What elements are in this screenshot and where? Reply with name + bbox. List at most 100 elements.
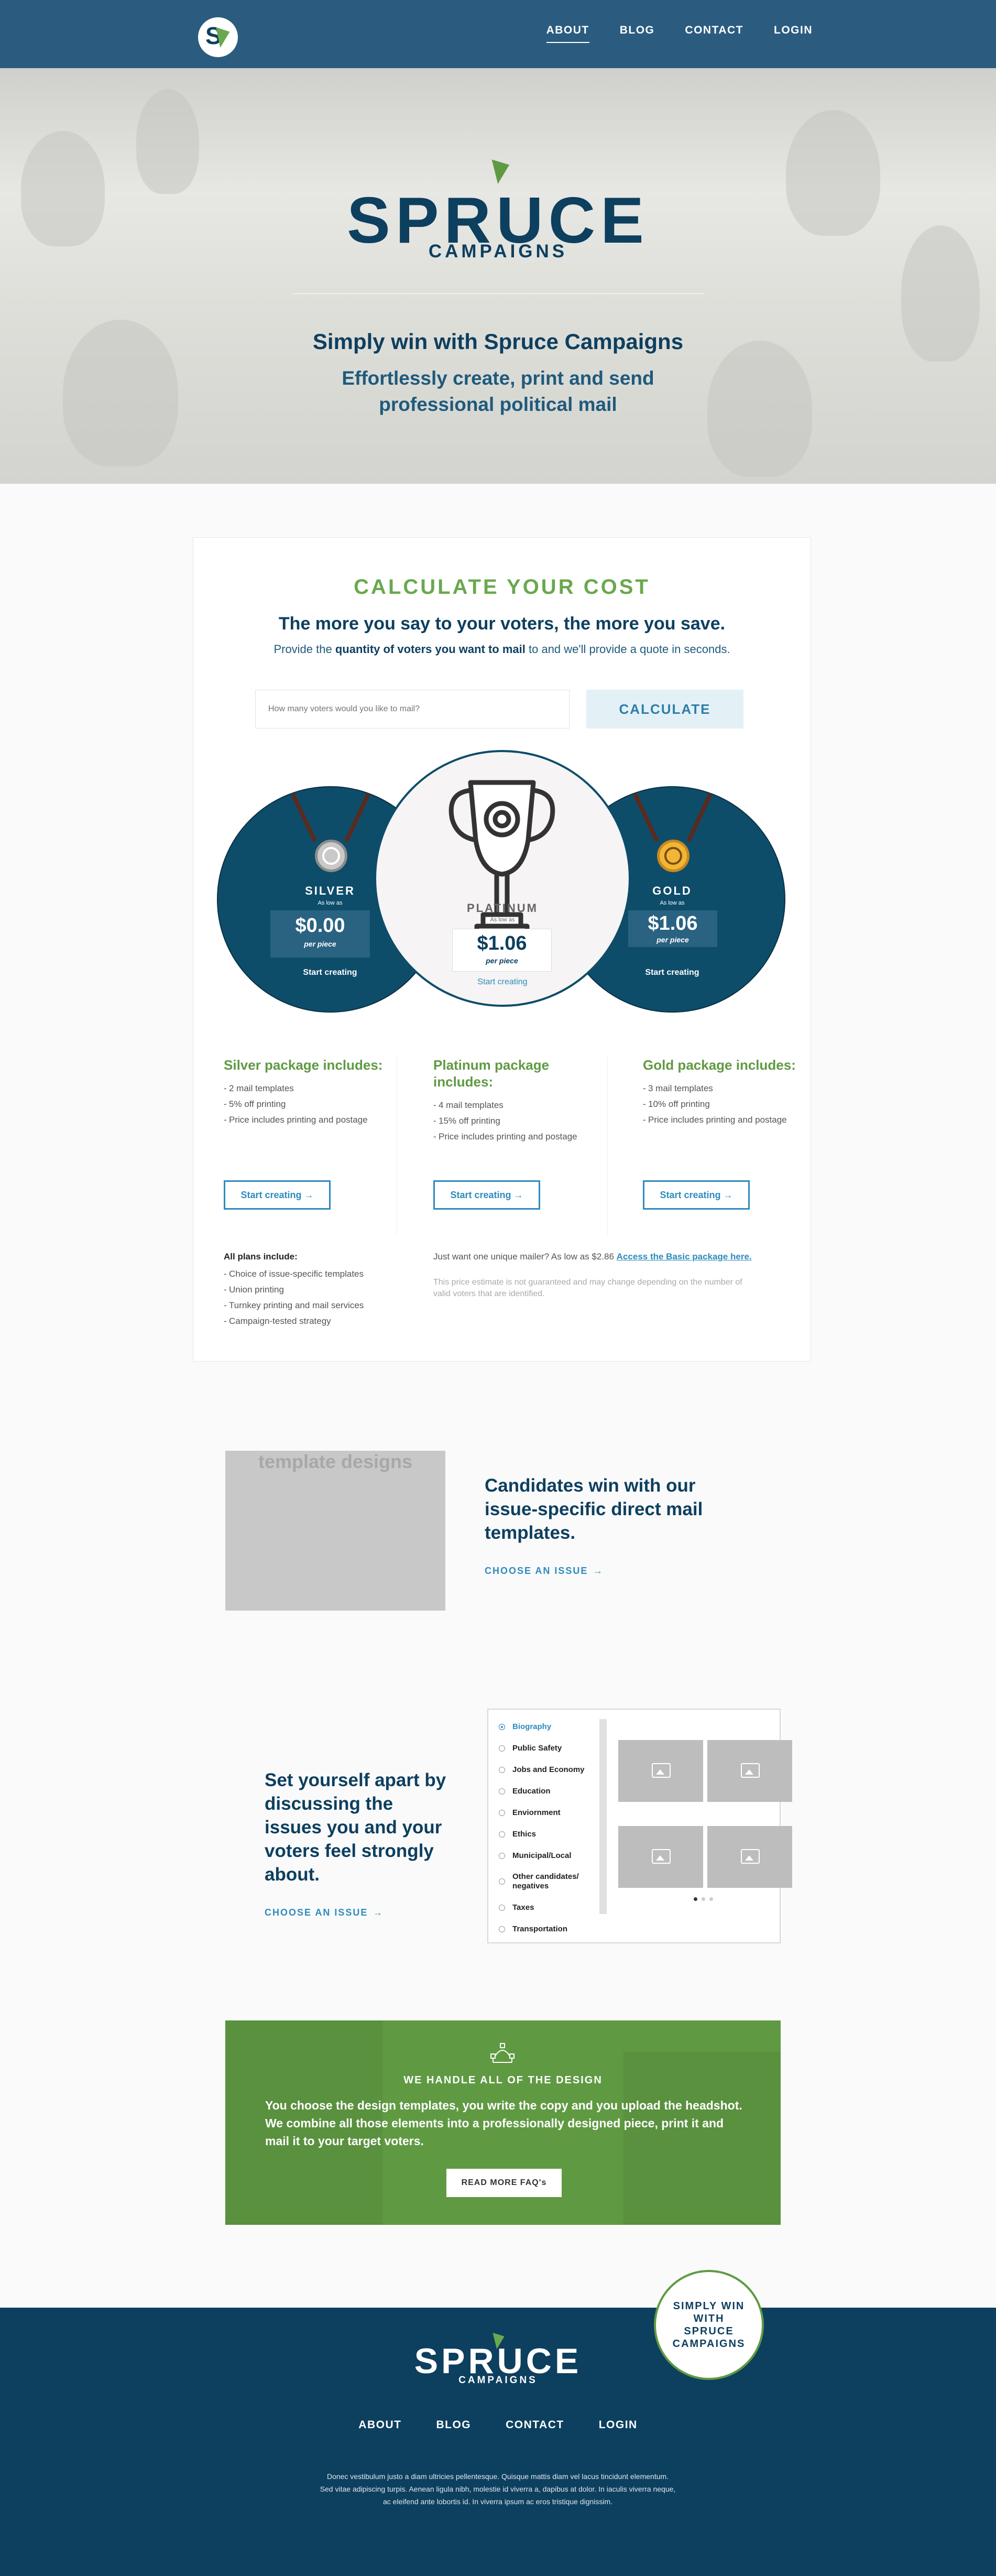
issue-label: Ethics [512,1830,537,1839]
issue-label: Enviornment [512,1808,561,1817]
heading-text: Set yourself apart by discussing the iss… [265,1770,446,1885]
medal-ribbon [344,792,370,843]
issue-option[interactable]: Jobs and Economy [499,1759,591,1780]
radio-icon [499,1831,505,1838]
arrow-right-icon: → [373,1907,384,1918]
list-item: Union printing [224,1282,364,1298]
link-label: CHOOSE AN ISSUE [485,1566,588,1576]
choose-issue-link[interactable]: CHOOSE AN ISSUE → [485,1556,710,1580]
calculate-button[interactable]: CALCULATE [586,690,743,729]
banner-title: WE HANDLE ALL OF THE DESIGN [403,2074,603,2086]
heading-text: Candidates win with our issue-specific d… [485,1475,703,1543]
issue-list: Biography Public Safety Jobs and Economy… [499,1716,591,1940]
list-item: Turnkey printing and mail services [224,1298,364,1313]
column-title: Gold package includes: [643,1057,796,1073]
template-thumbnail[interactable] [707,1826,792,1888]
issue-option[interactable]: Enviornment [499,1802,591,1823]
scrollbar[interactable] [599,1719,607,1914]
radio-icon [499,1766,505,1773]
nav-link-blog[interactable]: BLOG [620,24,655,43]
hero-section: SPRUCE CAMPAIGNS Simply win with Spruce … [0,68,996,484]
issue-option[interactable]: Public Safety [499,1737,591,1759]
image-icon [741,1763,760,1778]
issue-option[interactable]: Education [499,1780,591,1802]
radio-icon [499,1745,505,1752]
plans-title: All plans include: [224,1252,298,1262]
cursor-icon [491,156,513,184]
start-creating-link[interactable]: Start creating [376,977,629,987]
basic-package-link[interactable]: Access the Basic package here. [617,1252,752,1262]
arrow-right-icon: → [593,1566,604,1576]
issue-option[interactable]: Ethics [499,1823,591,1845]
nav-links: ABOUT BLOG CONTACT LOGIN [546,24,813,43]
medal-ribbon [633,792,659,843]
simply-win-badge: SIMPLY WIN WITH SPRUCE CAMPAIGNS [654,2270,764,2380]
nav-link-contact[interactable]: CONTACT [685,24,743,43]
issue-option[interactable]: Taxes [499,1897,591,1918]
calculator-description: Provide the quantity of voters you want … [193,643,811,656]
template-thumbnail[interactable] [618,1826,703,1888]
issue-label: Biography [512,1722,552,1731]
calculator-title: CALCULATE YOUR COST [354,575,650,599]
includes-list: 4 mail templates 15% off printing Price … [433,1100,601,1143]
medal-ribbon [686,792,713,843]
footer: SPRUCE CAMPAIGNS ABOUT BLOG CONTACT LOGI… [0,2308,996,2576]
gold-includes: Gold package includes: 3 mail templates … [643,1057,811,1130]
silver-start-button[interactable]: Start creating → [224,1180,331,1210]
list-item: Choice of issue-specific templates [224,1266,364,1282]
hero-background-shape [136,89,199,194]
package-level: PLATINUM [466,901,539,915]
footer-links: ABOUT BLOG CONTACT LOGIN [0,2419,996,2431]
silver-medal-icon [315,840,347,872]
template-thumbnail[interactable] [618,1740,703,1802]
carousel-dot[interactable] [702,1897,705,1901]
per-piece: per piece [656,936,689,944]
description-bold: quantity of voters you want to mail [335,643,526,656]
footer-text: Donec vestibulum justo a diam ultricies … [320,2472,676,2506]
link-label: CHOOSE AN ISSUE [265,1907,368,1918]
footer-link-blog[interactable]: BLOG [436,2419,471,2431]
issue-label: Jobs and Economy [512,1765,585,1774]
voters-quantity-input[interactable] [255,690,570,729]
nav-link-about[interactable]: ABOUT [546,24,589,43]
platinum-start-button[interactable]: Start creating → [433,1180,540,1210]
gold-start-button[interactable]: Start creating → [643,1180,750,1210]
issue-label: Transportation [512,1925,568,1933]
hero-background-shape [707,341,812,477]
column-title: Platinum package includes: [433,1057,550,1090]
template-thumbnail[interactable] [707,1740,792,1802]
issue-option[interactable]: Other candidates/ negatives [499,1866,591,1897]
description-text: to and we'll provide a quote in seconds. [525,643,730,656]
price: $0.00 [295,915,345,937]
carousel-dot[interactable] [709,1897,713,1901]
badge-text: SIMPLY WIN WITH SPRUCE CAMPAIGNS [672,2300,746,2350]
price-box: $1.06 per piece [452,929,552,972]
issue-label: Public Safety [512,1744,562,1753]
medal-ribbon [291,792,317,843]
start-creating-link[interactable]: Start creating [218,968,442,977]
radio-icon [499,1878,505,1885]
hero-tagline: Simply win with Spruce Campaigns [312,329,684,354]
issue-selector-panel: Biography Public Safety Jobs and Economy… [487,1709,792,1943]
issue-option[interactable]: Transportation [499,1918,591,1940]
radio-icon [499,1723,505,1730]
start-creating-link[interactable]: Start creating [560,968,784,977]
choose-issue-link[interactable]: CHOOSE AN ISSUE → [265,1898,453,1921]
as-low-as: As low as [490,917,515,923]
footer-link-about[interactable]: ABOUT [358,2419,401,2431]
issue-option[interactable]: Municipal/Local [499,1845,591,1866]
unique-text: Just want one unique mailer? As low as $… [433,1252,614,1262]
image-icon [652,1849,671,1864]
read-faq-button[interactable]: READ MORE FAQ's [446,2169,562,2197]
issue-label: Other candidates/ negatives [512,1872,579,1890]
design-banner: WE HANDLE ALL OF THE DESIGN You choose t… [225,2020,781,2225]
carousel-dot[interactable] [694,1897,697,1901]
issue-option[interactable]: Biography [499,1716,591,1737]
footer-brand-sub: CAMPAIGNS [458,2375,538,2386]
price-disclaimer: This price estimate is not guaranteed an… [433,1278,742,1298]
footer-link-login[interactable]: LOGIN [599,2419,638,2431]
nav-link-login[interactable]: LOGIN [774,24,813,43]
hero-brand-sub: CAMPAIGNS [428,241,568,262]
logo[interactable]: S [198,17,238,57]
footer-link-contact[interactable]: CONTACT [506,2419,564,2431]
